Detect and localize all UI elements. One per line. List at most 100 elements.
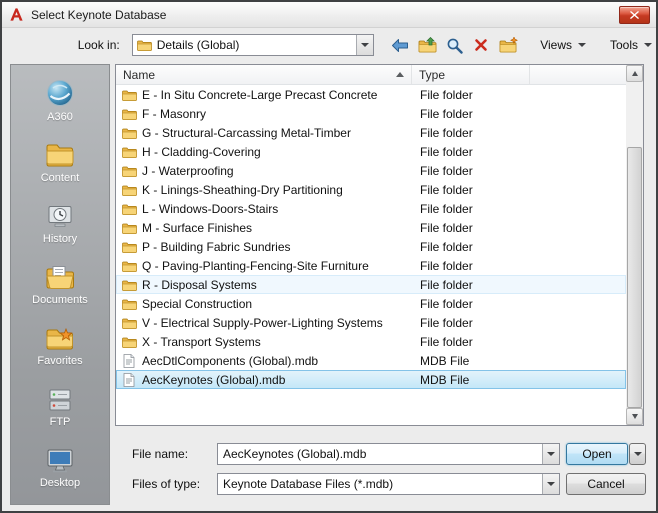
scroll-down-button[interactable] — [626, 408, 643, 425]
close-icon — [630, 10, 639, 19]
triangle-down-icon — [631, 414, 638, 419]
new-folder-button[interactable] — [496, 33, 520, 57]
folder-icon — [119, 146, 139, 158]
tools-menu-button[interactable]: Tools — [606, 35, 656, 55]
table-row[interactable]: X - Transport Systems File folder — [116, 332, 626, 351]
dialog-toolbar: Look in: Details (Global) Views Tools — [2, 28, 656, 62]
open-button[interactable]: Open — [566, 443, 628, 465]
new-folder-icon — [499, 37, 518, 53]
chevron-down-icon — [577, 43, 586, 47]
folder-icon — [119, 260, 139, 272]
tools-label: Tools — [609, 38, 638, 52]
sidebar-item-favorites[interactable]: Favorites — [11, 319, 109, 380]
table-row[interactable]: F - Masonry File folder — [116, 104, 626, 123]
chevron-down-icon — [644, 43, 652, 47]
file-type-cell: File folder — [420, 239, 473, 254]
search-button[interactable] — [442, 33, 466, 57]
table-row[interactable]: K - Linings-Sheathing-Dry Partitioning F… — [116, 180, 626, 199]
desktop-icon — [45, 441, 75, 474]
file-name-cell: Q - Paving-Planting-Fencing-Site Furnitu… — [142, 258, 369, 273]
sidebar-item-history[interactable]: History — [11, 197, 109, 258]
table-row[interactable]: AecKeynotes (Global).mdb MDB File — [116, 370, 626, 389]
window-title: Select Keynote Database — [31, 7, 167, 22]
table-row[interactable]: M - Surface Finishes File folder — [116, 218, 626, 237]
open-menu-button[interactable] — [629, 443, 646, 465]
look-in-combobox[interactable]: Details (Global) — [131, 34, 375, 56]
select-keynote-database-dialog: Select Keynote Database Look in: Details… — [0, 0, 658, 513]
file-icon — [119, 372, 139, 387]
table-row[interactable]: G - Structural-Carcassing Metal-Timber F… — [116, 123, 626, 142]
chevron-down-icon[interactable] — [356, 35, 374, 55]
a360-icon — [45, 75, 75, 108]
file-name-label: File name: — [132, 447, 189, 461]
chevron-down-icon[interactable] — [542, 444, 559, 464]
table-row[interactable]: V - Electrical Supply-Power-Lighting Sys… — [116, 313, 626, 332]
file-type-cell: File folder — [420, 220, 473, 235]
delete-icon — [475, 39, 487, 51]
file-type-cell: MDB File — [420, 372, 470, 387]
content-folder-icon — [45, 136, 75, 169]
file-name-cell: M - Surface Finishes — [142, 220, 253, 235]
file-name-cell: J - Waterproofing — [142, 163, 234, 178]
table-row[interactable]: H - Cladding-Covering File folder — [116, 142, 626, 161]
file-type-cell: File folder — [420, 125, 473, 140]
file-list: Name Type E - In Situ Concrete-Large Pre… — [115, 64, 644, 426]
sidebar-item-desktop[interactable]: Desktop — [11, 441, 109, 502]
sidebar-item-content[interactable]: Content — [11, 136, 109, 197]
chevron-down-icon[interactable] — [542, 474, 559, 494]
file-name-combobox[interactable] — [217, 443, 560, 465]
column-header-name[interactable]: Name — [116, 65, 412, 84]
column-header-empty — [530, 65, 626, 84]
file-type-cell: MDB File — [420, 353, 470, 368]
folder-icon — [119, 241, 139, 253]
table-row[interactable]: AecDtlComponents (Global).mdb MDB File — [116, 351, 626, 370]
cancel-button[interactable]: Cancel — [566, 473, 646, 495]
file-type-cell: File folder — [420, 334, 473, 349]
table-row[interactable]: P - Building Fabric Sundries File folder — [116, 237, 626, 256]
sort-ascending-icon — [396, 72, 404, 77]
folder-icon — [119, 336, 139, 348]
sidebar-item-ftp[interactable]: FTP — [11, 380, 109, 441]
toolbar-buttons — [388, 33, 520, 57]
folder-icon — [119, 298, 139, 310]
triangle-up-icon — [631, 71, 638, 76]
file-name-cell: AecDtlComponents (Global).mdb — [142, 353, 319, 368]
close-button[interactable] — [619, 5, 650, 24]
delete-button[interactable] — [469, 33, 493, 57]
scroll-up-button[interactable] — [626, 65, 643, 82]
file-name-cell: F - Masonry — [142, 106, 207, 121]
sidebar-item-a360[interactable]: A360 — [11, 75, 109, 136]
list-header: Name Type — [116, 65, 626, 85]
file-type-cell: File folder — [420, 163, 473, 178]
table-row[interactable]: Special Construction File folder — [116, 294, 626, 313]
files-of-type-combobox[interactable]: Keynote Database Files (*.mdb) — [217, 473, 560, 495]
file-name-input[interactable] — [218, 447, 542, 461]
folder-icon — [119, 108, 139, 120]
table-row[interactable]: E - In Situ Concrete-Large Precast Concr… — [116, 85, 626, 104]
views-label: Views — [540, 38, 572, 52]
table-row[interactable]: J - Waterproofing File folder — [116, 161, 626, 180]
table-row[interactable]: L - Windows-Doors-Stairs File folder — [116, 199, 626, 218]
title-bar: Select Keynote Database — [2, 2, 656, 28]
table-row[interactable]: R - Disposal Systems File folder — [116, 275, 626, 294]
back-button[interactable] — [388, 33, 412, 57]
up-one-level-button[interactable] — [415, 33, 439, 57]
views-menu-button[interactable]: Views — [536, 35, 590, 55]
folder-icon — [119, 203, 139, 215]
vertical-scrollbar[interactable] — [626, 65, 643, 425]
file-type-cell: File folder — [420, 296, 473, 311]
scrollbar-thumb[interactable] — [627, 147, 642, 408]
look-in-value: Details (Global) — [156, 38, 240, 52]
file-name-cell: K - Linings-Sheathing-Dry Partitioning — [142, 182, 343, 197]
file-name-cell: Special Construction — [142, 296, 253, 311]
folder-icon — [119, 279, 139, 291]
folder-icon — [119, 184, 139, 196]
column-header-type[interactable]: Type — [412, 65, 530, 84]
file-type-cell: File folder — [420, 258, 473, 273]
folder-icon — [119, 165, 139, 177]
file-name-cell: R - Disposal Systems — [142, 277, 257, 292]
table-row[interactable]: Q - Paving-Planting-Fencing-Site Furnitu… — [116, 256, 626, 275]
file-type-cell: File folder — [420, 87, 473, 102]
sidebar-item-documents[interactable]: Documents — [11, 258, 109, 319]
file-name-cell: X - Transport Systems — [142, 334, 261, 349]
